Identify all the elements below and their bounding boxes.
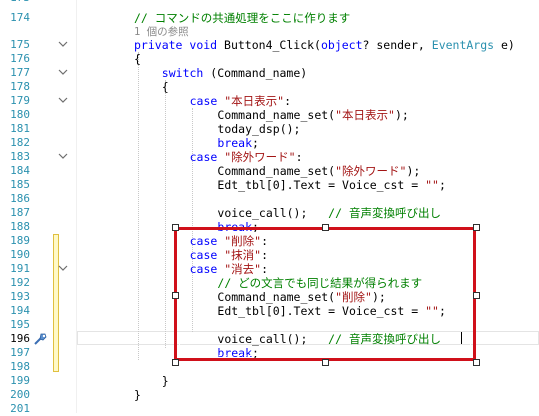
code-line: 174 // コマンドの共通処理をここに作ります xyxy=(0,11,539,25)
code-line: 187 voice_call(); // 音声変換呼び出し xyxy=(0,206,539,220)
resize-handle[interactable] xyxy=(322,224,329,231)
line-number: 180 xyxy=(10,108,30,121)
line-number: 200 xyxy=(10,388,30,401)
code-line: 201 xyxy=(0,402,539,416)
line-number: 185 xyxy=(10,178,30,191)
line-number: 174 xyxy=(10,11,30,24)
line-number: 177 xyxy=(10,66,30,79)
code-line: 199} xyxy=(0,374,539,388)
line-number: 184 xyxy=(10,164,30,177)
reference-count-lens[interactable]: 1 個の参照 xyxy=(0,24,539,38)
line-number: 187 xyxy=(10,206,30,219)
resize-handle[interactable] xyxy=(172,359,179,366)
line-number: 188 xyxy=(10,220,30,233)
code-text: case "本日表示": xyxy=(189,94,292,108)
code-line: 185 Edt_tbl[0].Text = Voice_cst = ""; xyxy=(0,178,539,192)
collapse-icon[interactable] xyxy=(57,67,69,79)
line-number: 198 xyxy=(10,360,30,373)
collapse-icon[interactable] xyxy=(57,39,69,51)
collapse-icon[interactable] xyxy=(57,263,69,275)
quick-actions-icon[interactable] xyxy=(32,332,48,346)
resize-handle[interactable] xyxy=(473,292,480,299)
collapse-icon[interactable] xyxy=(57,151,69,163)
code-line: 181 today_dsp(); xyxy=(0,122,539,136)
line-number: 178 xyxy=(10,80,30,93)
line-number: 195 xyxy=(10,318,30,331)
resize-handle[interactable] xyxy=(322,359,329,366)
code-line: 178 { xyxy=(0,80,539,94)
line-number: 193 xyxy=(10,290,30,303)
code-text: { xyxy=(134,52,141,66)
code-line: 200} xyxy=(0,388,539,402)
code-line: 180 Command_name_set("本日表示"); xyxy=(0,108,539,122)
code-text: private void Button4_Click(object? sende… xyxy=(134,38,515,52)
line-number: 176 xyxy=(10,52,30,65)
line-number: 191 xyxy=(10,262,30,275)
selection-outline xyxy=(174,227,476,361)
code-line: 184 Command_name_set("除外ワード"); xyxy=(0,164,539,178)
line-number: 179 xyxy=(10,94,30,107)
line-number: 181 xyxy=(10,122,30,135)
code-text: voice_call(); // 音声変換呼び出し xyxy=(217,206,441,220)
line-number: 182 xyxy=(10,136,30,149)
code-line: 183 case "除外ワード": xyxy=(0,150,539,164)
line-number: 186 xyxy=(10,192,30,205)
code-text: break; xyxy=(217,136,259,150)
code-text: // コマンドの共通処理をここに作ります xyxy=(134,11,351,25)
code-line: 177 switch (Command_name) xyxy=(0,66,539,80)
code-line: 198 xyxy=(0,360,539,374)
line-number: 197 xyxy=(10,346,30,359)
line-number: 192 xyxy=(10,276,30,289)
resize-handle[interactable] xyxy=(473,359,480,366)
line-number: 196 xyxy=(10,332,30,345)
code-text: Edt_tbl[0].Text = Voice_cst = ""; xyxy=(217,178,446,192)
code-line: 179 case "本日表示": xyxy=(0,94,539,108)
code-text: Command_name_set("本日表示"); xyxy=(217,108,409,122)
line-number: 190 xyxy=(10,248,30,261)
code-line: 182 break; xyxy=(0,136,539,150)
code-text: 1 個の参照 xyxy=(134,26,189,38)
code-text: today_dsp(); xyxy=(217,122,301,136)
code-editor[interactable]: 173 174 // コマンドの共通処理をここに作ります1 個の参照 175 priva… xyxy=(0,0,539,416)
code-text: } xyxy=(134,388,141,402)
line-number: 201 xyxy=(10,402,30,415)
code-text: { xyxy=(161,80,169,94)
code-text: switch (Command_name) xyxy=(161,66,308,80)
line-number: 175 xyxy=(10,38,30,51)
code-text: case "除外ワード": xyxy=(189,150,303,164)
collapse-icon[interactable] xyxy=(57,95,69,107)
code-line: 176 { xyxy=(0,52,539,66)
resize-handle[interactable] xyxy=(473,224,480,231)
resize-handle[interactable] xyxy=(172,292,179,299)
code-text: Command_name_set("除外ワード"); xyxy=(217,164,421,178)
code-line: 186 xyxy=(0,192,539,206)
code-text: } xyxy=(161,374,169,388)
text-caret xyxy=(461,332,462,344)
line-number: 189 xyxy=(10,234,30,247)
code-line: 175 private void Button4_Click(object? se… xyxy=(0,38,539,52)
line-number: 199 xyxy=(10,374,30,387)
line-number: 173 xyxy=(0,0,30,5)
resize-handle[interactable] xyxy=(172,224,179,231)
code-line: 173 xyxy=(0,0,539,5)
line-number: 194 xyxy=(10,304,30,317)
line-number: 183 xyxy=(10,150,30,163)
